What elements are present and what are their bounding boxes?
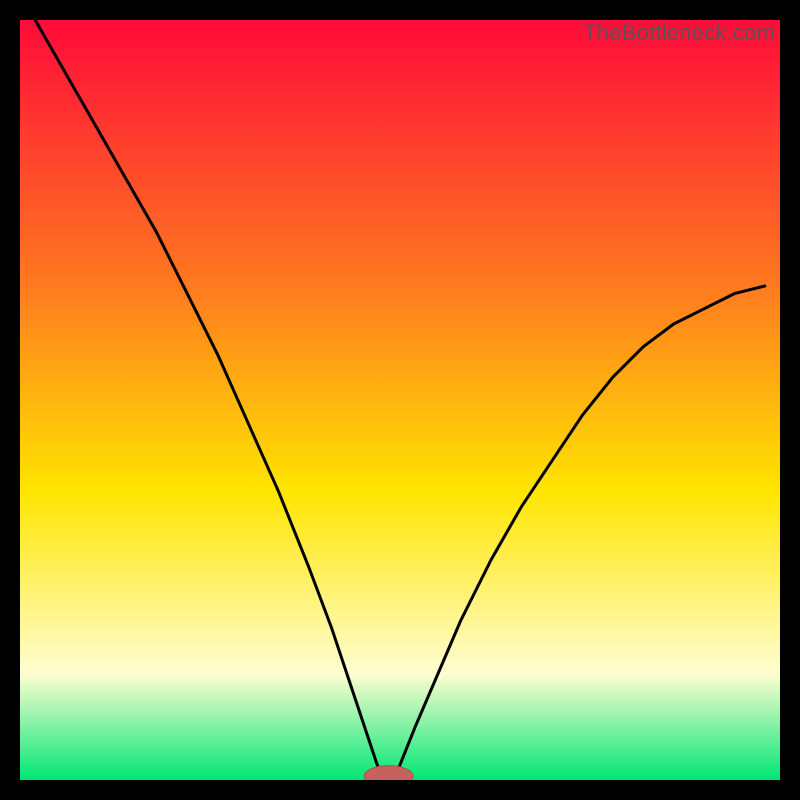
gradient-background [20,20,780,780]
chart-svg [20,20,780,780]
chart-frame: TheBottleneck.com [20,20,780,780]
watermark-text: TheBottleneck.com [583,20,775,46]
